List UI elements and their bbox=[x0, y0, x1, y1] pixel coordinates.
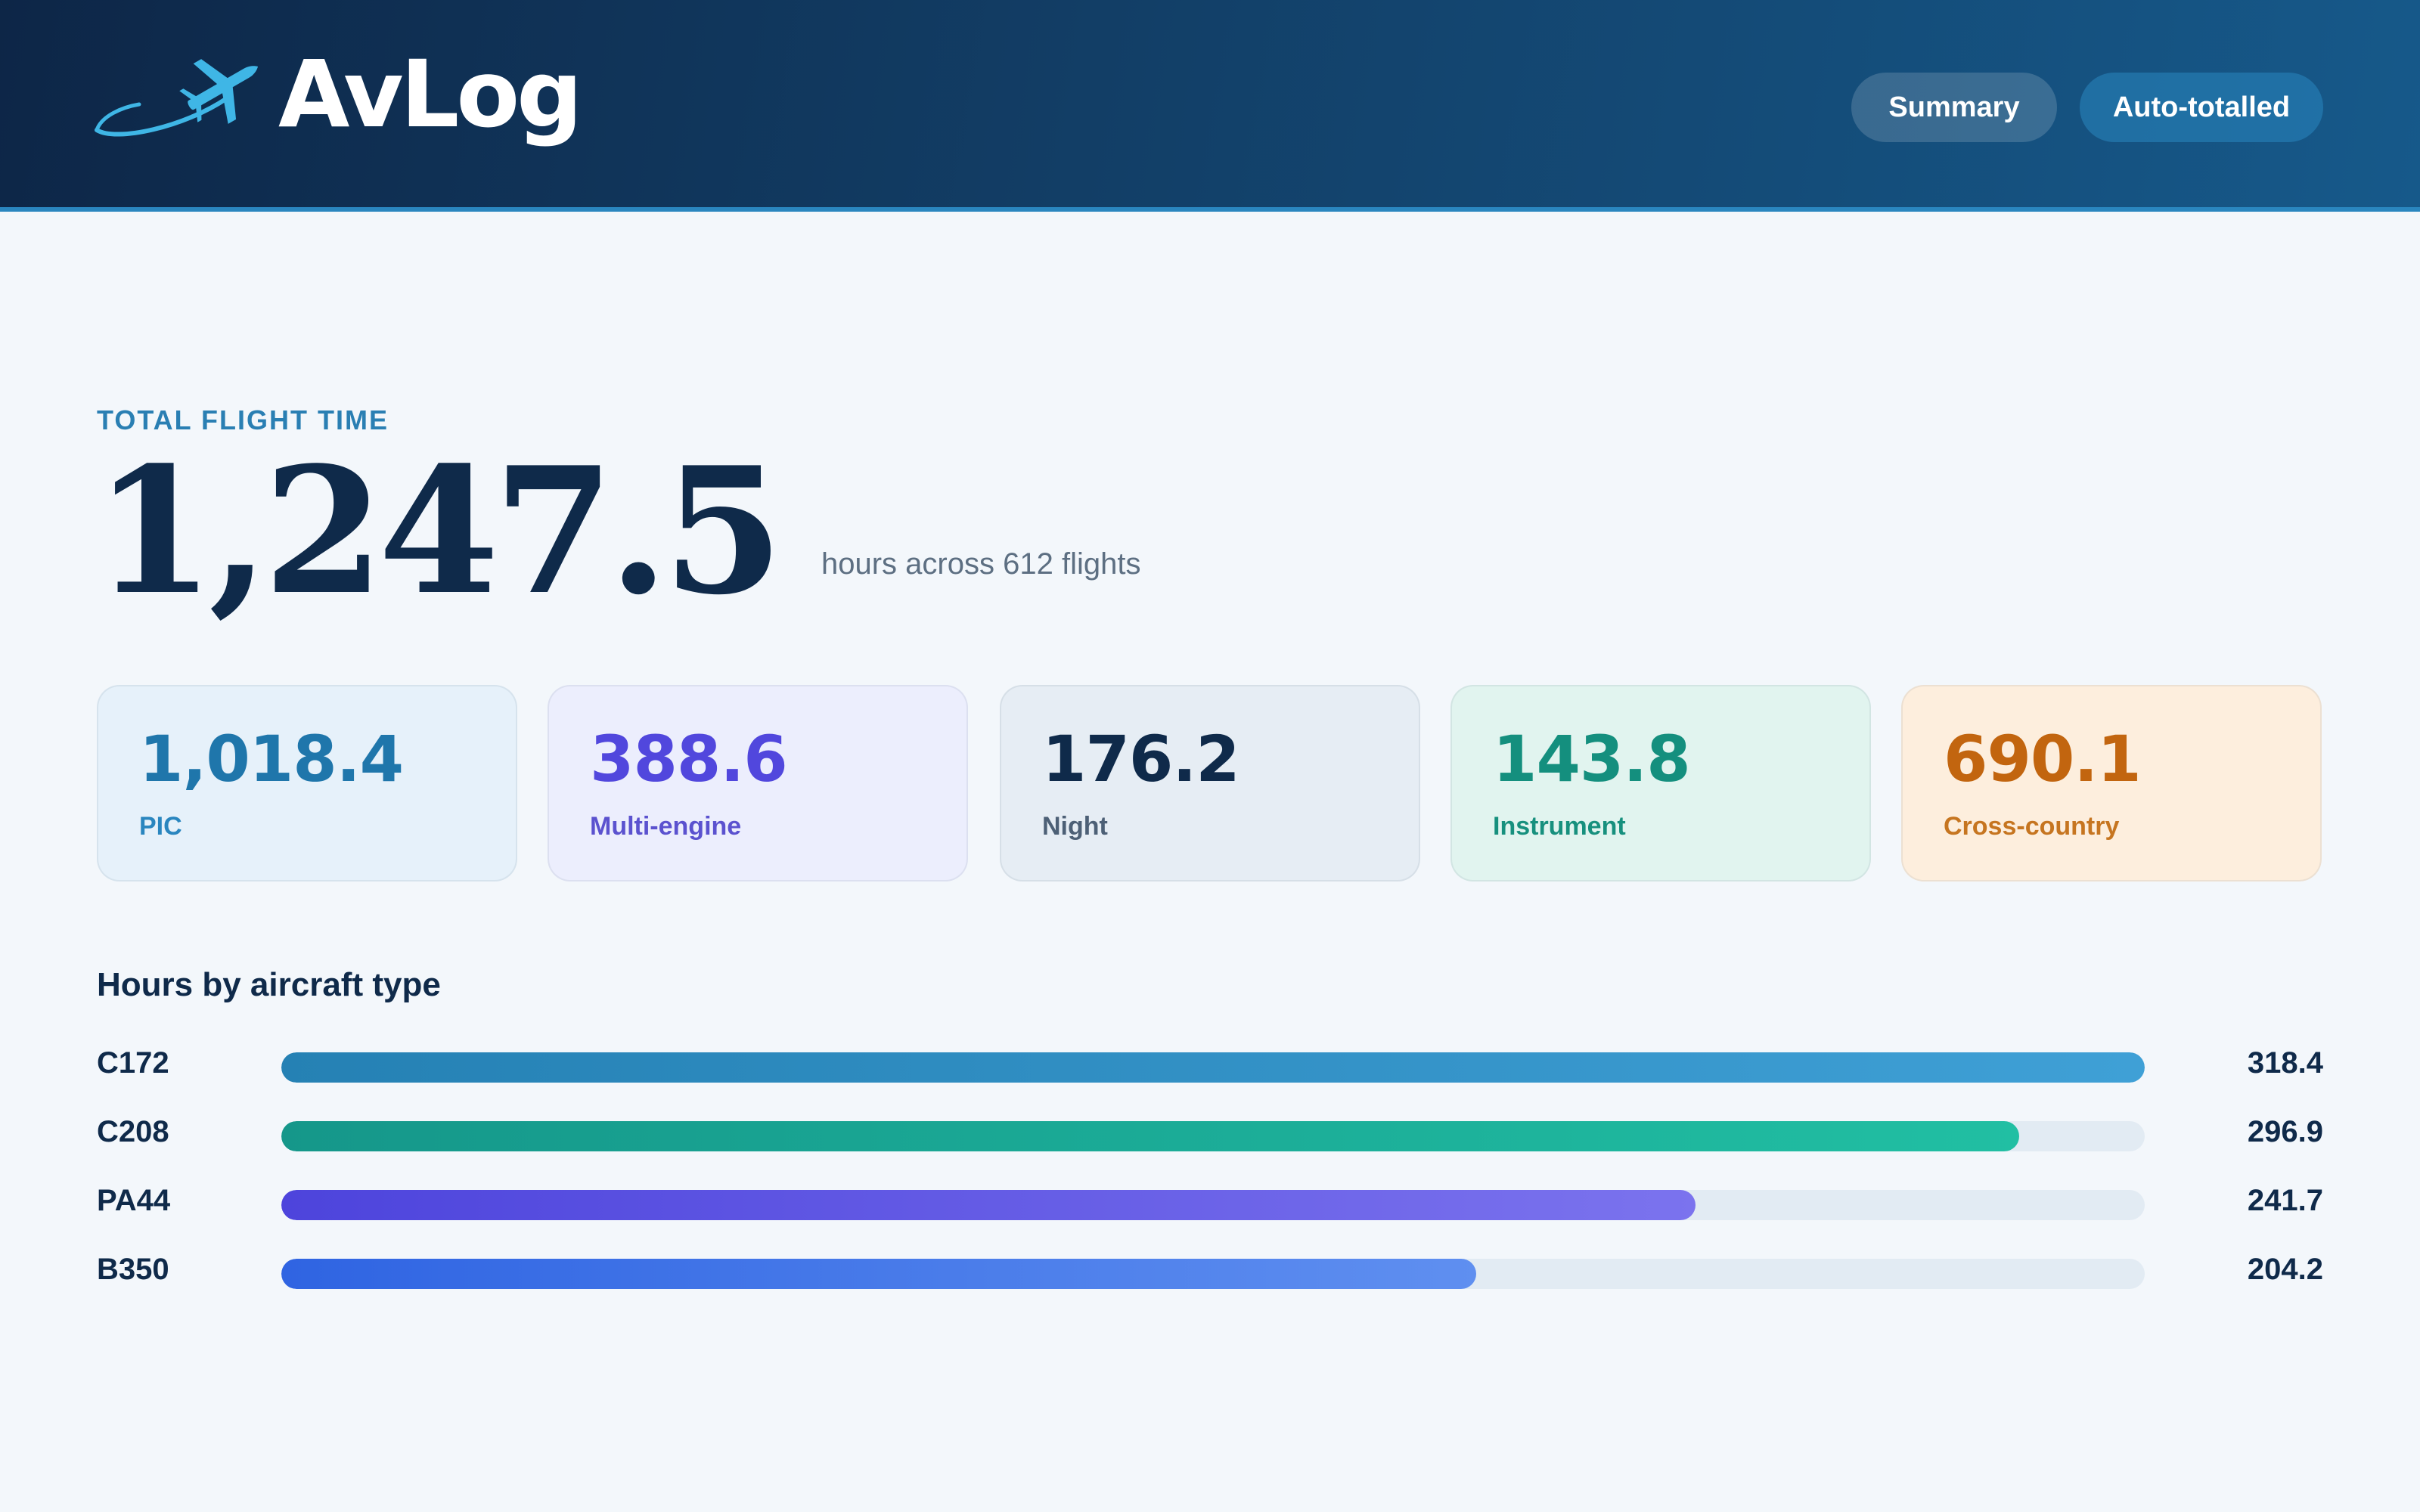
stat-label: PIC bbox=[139, 812, 182, 841]
aircraft-bar-row: B350 204.2 bbox=[97, 1247, 2323, 1292]
bar-track bbox=[281, 1052, 2145, 1083]
aircraft-type-label: C172 bbox=[97, 1046, 169, 1080]
aircraft-bar-row: C208 296.9 bbox=[97, 1109, 2323, 1154]
app-header: AvLog Summary Auto-totalled bbox=[0, 0, 2420, 212]
stat-card-multi-engine: 388.6 Multi-engine bbox=[548, 685, 968, 881]
bar-fill bbox=[281, 1190, 1696, 1220]
stat-value: 1,018.4 bbox=[139, 722, 404, 796]
bar-fill bbox=[281, 1052, 2145, 1083]
stat-card-cross-country: 690.1 Cross-country bbox=[1901, 685, 2322, 881]
aircraft-type-label: B350 bbox=[97, 1253, 169, 1286]
aircraft-bar-row: PA44 241.7 bbox=[97, 1178, 2323, 1223]
stat-value: 388.6 bbox=[590, 722, 788, 796]
aircraft-bar-row: C172 318.4 bbox=[97, 1040, 2323, 1086]
aircraft-hours-value: 204.2 bbox=[2247, 1253, 2323, 1286]
stat-value: 176.2 bbox=[1042, 722, 1240, 796]
stat-label: Cross-country bbox=[1944, 812, 2120, 841]
airplane-logo-icon bbox=[95, 59, 259, 137]
aircraft-hours-value: 318.4 bbox=[2247, 1046, 2323, 1080]
bar-track bbox=[281, 1190, 2145, 1220]
stat-value: 143.8 bbox=[1493, 722, 1691, 796]
stat-card-pic: 1,018.4 PIC bbox=[97, 685, 517, 881]
stat-label: Night bbox=[1042, 812, 1108, 841]
auto-totalled-badge[interactable]: Auto-totalled bbox=[2080, 73, 2323, 142]
app-title: AvLog bbox=[278, 41, 582, 148]
stat-label: Multi-engine bbox=[590, 812, 742, 841]
summary-button[interactable]: Summary bbox=[1851, 73, 2057, 142]
aircraft-hours-value: 296.9 bbox=[2247, 1115, 2323, 1148]
total-flight-time-value: 1,247.5 bbox=[94, 429, 783, 634]
stat-card-night: 176.2 Night bbox=[1000, 685, 1420, 881]
stat-label: Instrument bbox=[1493, 812, 1626, 841]
total-flight-time-subtitle: hours across 612 flights bbox=[821, 547, 1141, 581]
bar-fill bbox=[281, 1121, 2019, 1151]
bar-track bbox=[281, 1259, 2145, 1289]
bar-track bbox=[281, 1121, 2145, 1151]
aircraft-hours-value: 241.7 bbox=[2247, 1184, 2323, 1217]
stat-value: 690.1 bbox=[1944, 722, 2142, 796]
stat-card-instrument: 143.8 Instrument bbox=[1450, 685, 1871, 881]
bar-fill bbox=[281, 1259, 1477, 1289]
aircraft-type-label: C208 bbox=[97, 1115, 169, 1148]
hours-by-aircraft-title: Hours by aircraft type bbox=[97, 966, 441, 1003]
aircraft-type-label: PA44 bbox=[97, 1184, 171, 1217]
